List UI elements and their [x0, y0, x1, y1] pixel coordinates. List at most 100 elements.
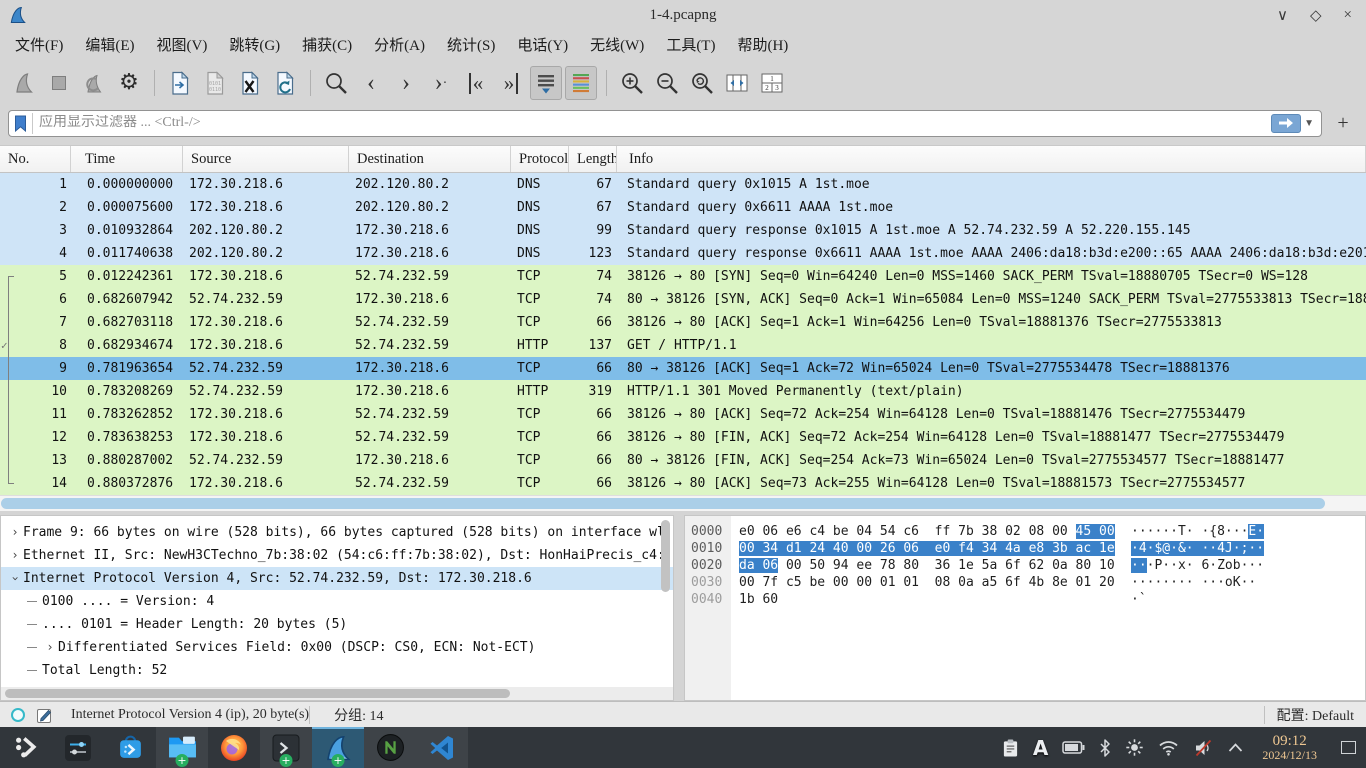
- detail-node-2[interactable]: ›Internet Protocol Version 4, Src: 52.74…: [1, 567, 673, 590]
- display-filter-field[interactable]: ▼: [8, 110, 1322, 137]
- colorize-packets-button[interactable]: [565, 66, 597, 100]
- detail-node-3[interactable]: 0100 .... = Version: 4: [1, 590, 673, 613]
- packet-row-14[interactable]: 140.880372876172.30.218.652.74.232.59TCP…: [0, 472, 1366, 495]
- open-file-button[interactable]: [164, 66, 196, 100]
- menu-item-8[interactable]: 无线(W): [579, 30, 655, 59]
- go-to-packet-button[interactable]: ›·: [425, 66, 457, 100]
- column-header-protocol[interactable]: Protocol: [511, 146, 569, 172]
- packet-row-5[interactable]: 50.012242361172.30.218.652.74.232.59TCP7…: [0, 265, 1366, 288]
- taskbar-neovim[interactable]: [364, 727, 416, 768]
- packet-row-10[interactable]: 100.78320826952.74.232.59172.30.218.6HTT…: [0, 380, 1366, 403]
- detail-vscrollbar[interactable]: [661, 520, 671, 680]
- packet-list-hscroll-thumb[interactable]: [1, 498, 1325, 509]
- taskbar-wireshark[interactable]: +: [312, 727, 364, 768]
- status-profile[interactable]: 配置: Default: [1277, 705, 1354, 725]
- packet-row-1[interactable]: 10.000000000172.30.218.6202.120.80.2DNS6…: [0, 173, 1366, 196]
- menu-item-6[interactable]: 统计(S): [436, 30, 506, 59]
- go-forward-button[interactable]: ›: [390, 66, 422, 100]
- zoom-out-button[interactable]: [651, 66, 683, 100]
- tray-wifi-icon[interactable]: [1158, 739, 1179, 756]
- hex-row-0010[interactable]: 001000 34 d1 24 40 00 26 06 e0 f4 34 4a …: [685, 540, 1365, 557]
- packet-row-4[interactable]: 40.011740638202.120.80.2172.30.218.6DNS1…: [0, 242, 1366, 265]
- menu-item-9[interactable]: 工具(T): [655, 30, 726, 59]
- expand-icon[interactable]: ›: [42, 636, 58, 659]
- close-button[interactable]: ×: [1344, 7, 1352, 24]
- menu-item-2[interactable]: 视图(V): [146, 30, 219, 59]
- taskbar-app-launcher[interactable]: [0, 727, 52, 768]
- capture-comment-icon[interactable]: [36, 707, 53, 724]
- packet-row-2[interactable]: 20.000075600172.30.218.6202.120.80.2DNS6…: [0, 196, 1366, 219]
- menu-item-5[interactable]: 分析(A): [363, 30, 436, 59]
- tray-bluetooth-icon[interactable]: [1099, 739, 1111, 757]
- packet-row-7[interactable]: 70.682703118172.30.218.652.74.232.59TCP6…: [0, 311, 1366, 334]
- detail-node-6[interactable]: Total Length: 52: [1, 659, 673, 682]
- start-capture-button[interactable]: [8, 66, 40, 100]
- packet-row-11[interactable]: 110.783262852172.30.218.652.74.232.59TCP…: [0, 403, 1366, 426]
- expand-icon[interactable]: ›: [7, 544, 23, 567]
- maximize-button[interactable]: ◇: [1310, 6, 1322, 25]
- close-file-button[interactable]: [234, 66, 266, 100]
- expert-info-icon[interactable]: [10, 707, 26, 723]
- zoom-reset-button[interactable]: [686, 66, 718, 100]
- column-header-info[interactable]: Info: [617, 146, 1366, 172]
- add-filter-button[interactable]: +: [1330, 110, 1356, 136]
- packet-row-8[interactable]: 8✓0.682934674172.30.218.652.74.232.59HTT…: [0, 334, 1366, 357]
- packet-row-9[interactable]: 90.78196365452.74.232.59172.30.218.6TCP6…: [0, 357, 1366, 380]
- filter-bookmark-icon[interactable]: [14, 113, 33, 134]
- column-header-source[interactable]: Source: [183, 146, 349, 172]
- tray-input-method-a-icon[interactable]: A: [1033, 738, 1048, 758]
- column-header-destination[interactable]: Destination: [349, 146, 511, 172]
- hex-row-0020[interactable]: 0020da 06 00 50 94 ee 78 80 36 1e 5a 6f …: [685, 557, 1365, 574]
- zoom-in-button[interactable]: [616, 66, 648, 100]
- hex-row-0000[interactable]: 0000e0 06 e6 c4 be 04 54 c6 ff 7b 38 02 …: [685, 523, 1365, 540]
- restart-capture-button[interactable]: [78, 66, 110, 100]
- find-packet-button[interactable]: [320, 66, 352, 100]
- menu-item-4[interactable]: 捕获(C): [291, 30, 363, 59]
- menu-item-10[interactable]: 帮助(H): [726, 30, 799, 59]
- column-header-no[interactable]: No.: [0, 146, 71, 172]
- stop-capture-button[interactable]: [43, 66, 75, 100]
- resize-columns-button[interactable]: [721, 66, 753, 100]
- hex-row-0040[interactable]: 00401b 60·`: [685, 591, 1365, 608]
- menu-item-7[interactable]: 电话(Y): [506, 30, 579, 59]
- menu-item-1[interactable]: 编辑(E): [74, 30, 145, 59]
- menu-item-3[interactable]: 跳转(G): [218, 30, 291, 59]
- detail-hscrollbar[interactable]: [1, 687, 673, 700]
- display-filter-input[interactable]: [39, 115, 1271, 131]
- packet-row-3[interactable]: 30.010932864202.120.80.2172.30.218.6DNS9…: [0, 219, 1366, 242]
- taskbar-terminal[interactable]: +: [260, 727, 312, 768]
- go-first-packet-button[interactable]: «: [460, 66, 492, 100]
- tray-clipboard-icon[interactable]: [1002, 738, 1019, 758]
- auto-scroll-button[interactable]: [530, 66, 562, 100]
- collapse-icon[interactable]: ›: [4, 571, 27, 587]
- hex-row-0030[interactable]: 003000 7f c5 be 00 00 01 01 08 0a a5 6f …: [685, 574, 1365, 591]
- detail-hscroll-thumb[interactable]: [5, 689, 510, 698]
- taskbar-system-settings[interactable]: [52, 727, 104, 768]
- expand-icon[interactable]: ›: [7, 521, 23, 544]
- show-desktop-button[interactable]: [1341, 741, 1356, 754]
- tray-chevron-up-icon[interactable]: [1227, 742, 1244, 753]
- apply-filter-button[interactable]: [1271, 114, 1301, 133]
- taskbar-discover[interactable]: [104, 727, 156, 768]
- reload-file-button[interactable]: [269, 66, 301, 100]
- taskbar-firefox[interactable]: [208, 727, 260, 768]
- packet-row-13[interactable]: 130.88028700252.74.232.59172.30.218.6TCP…: [0, 449, 1366, 472]
- packet-row-12[interactable]: 120.783638253172.30.218.652.74.232.59TCP…: [0, 426, 1366, 449]
- save-file-button[interactable]: 01010110: [199, 66, 231, 100]
- display-columns-button[interactable]: 123: [756, 66, 788, 100]
- capture-options-button[interactable]: ⚙: [113, 66, 145, 100]
- taskbar-vscode[interactable]: [416, 727, 468, 768]
- filter-dropdown-caret[interactable]: ▼: [1304, 118, 1314, 129]
- packet-row-6[interactable]: 60.68260794252.74.232.59172.30.218.6TCP7…: [0, 288, 1366, 311]
- taskbar-file-manager[interactable]: +: [156, 727, 208, 768]
- minimize-button[interactable]: ∨: [1277, 6, 1288, 25]
- detail-vscroll-thumb[interactable]: [661, 520, 670, 592]
- detail-node-4[interactable]: .... 0101 = Header Length: 20 bytes (5): [1, 613, 673, 636]
- detail-node-0[interactable]: ›Frame 9: 66 bytes on wire (528 bits), 6…: [1, 521, 673, 544]
- tray-brightness-icon[interactable]: [1125, 738, 1144, 757]
- column-header-time[interactable]: Time: [71, 146, 183, 172]
- detail-node-5[interactable]: ›Differentiated Services Field: 0x00 (DS…: [1, 636, 673, 659]
- go-last-packet-button[interactable]: »: [495, 66, 527, 100]
- packet-list-hscrollbar[interactable]: [0, 495, 1366, 511]
- tray-volume-muted-icon[interactable]: [1193, 739, 1213, 757]
